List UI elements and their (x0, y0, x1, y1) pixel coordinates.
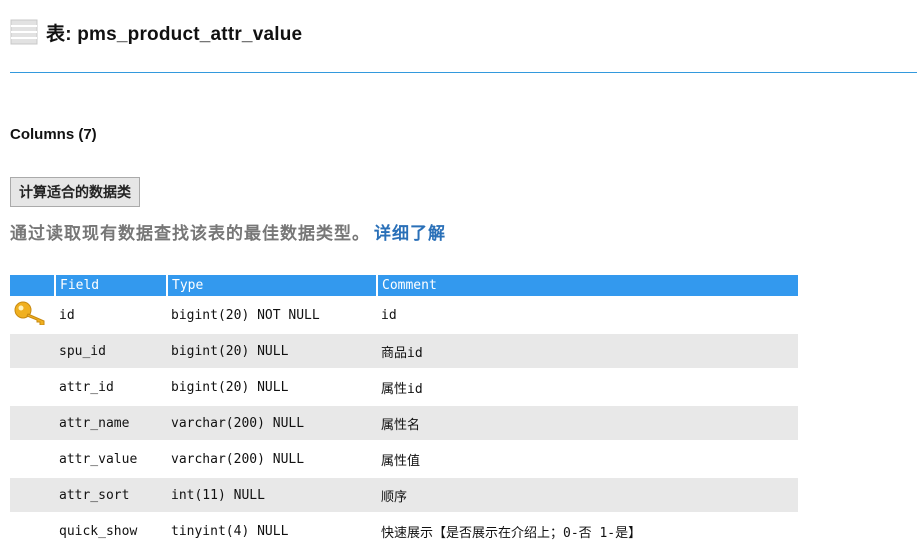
key-cell (10, 332, 55, 369)
field-cell: id (55, 296, 167, 333)
header-divider (10, 72, 917, 73)
key-cell (10, 296, 55, 333)
field-cell: attr_name (55, 404, 167, 441)
description-text: 通过读取现有数据查找该表的最佳数据类型。 (10, 224, 370, 244)
comment-cell: 快速展示【是否展示在介绍上；0-否 1-是】 (377, 512, 798, 548)
page-title: 表: pms_product_attr_value (46, 23, 303, 45)
key-cell (10, 512, 55, 548)
primary-key-icon (14, 301, 48, 329)
comment-cell: 属性id (377, 368, 798, 405)
comment-cell: 属性名 (377, 404, 798, 441)
field-cell: quick_show (55, 512, 167, 548)
type-cell: bigint(20) NULL (167, 332, 377, 369)
description: 通过读取现有数据查找该表的最佳数据类型。 详细了解 (10, 219, 446, 244)
columns-section-title: Columns (7) (10, 126, 97, 143)
comment-column-header: Comment (376, 275, 798, 297)
table-row: attr_name varchar(200) NULL 属性名 (10, 404, 798, 441)
type-cell: int(11) NULL (167, 476, 377, 513)
type-column-header: Type (166, 275, 377, 297)
table-icon (10, 18, 38, 46)
key-cell (10, 476, 55, 513)
field-cell: attr_sort (55, 476, 167, 513)
field-cell: spu_id (55, 332, 167, 369)
key-cell (10, 368, 55, 405)
comment-cell: 商品id (377, 332, 798, 369)
table-row: attr_id bigint(20) NULL 属性id (10, 368, 798, 405)
page-header: 表: pms_product_attr_value (10, 18, 302, 46)
table-row: spu_id bigint(20) NULL 商品id (10, 332, 798, 369)
key-cell (10, 404, 55, 441)
comment-cell: 属性值 (377, 440, 798, 477)
calculate-data-types-button[interactable]: 计算适合的数据类 (10, 177, 140, 207)
learn-more-link[interactable]: 详细了解 (374, 224, 446, 244)
comment-cell: 顺序 (377, 476, 798, 513)
type-cell: tinyint(4) NULL (167, 512, 377, 548)
table-row: id bigint(20) NOT NULL id (10, 296, 798, 333)
key-cell (10, 440, 55, 477)
columns-table-header: Field Type Comment (10, 275, 798, 297)
table-row: quick_show tinyint(4) NULL 快速展示【是否展示在介绍上… (10, 512, 798, 548)
field-column-header: Field (54, 275, 167, 297)
type-cell: varchar(200) NULL (167, 404, 377, 441)
comment-cell: id (377, 296, 798, 333)
type-cell: bigint(20) NULL (167, 368, 377, 405)
field-cell: attr_id (55, 368, 167, 405)
table-row: attr_value varchar(200) NULL 属性值 (10, 440, 798, 477)
type-cell: varchar(200) NULL (167, 440, 377, 477)
columns-table: Field Type Comment id bigint(20) NOT NUL… (10, 275, 798, 548)
key-column-header (10, 275, 55, 297)
field-cell: attr_value (55, 440, 167, 477)
type-cell: bigint(20) NOT NULL (167, 296, 377, 333)
table-row: attr_sort int(11) NULL 顺序 (10, 476, 798, 513)
